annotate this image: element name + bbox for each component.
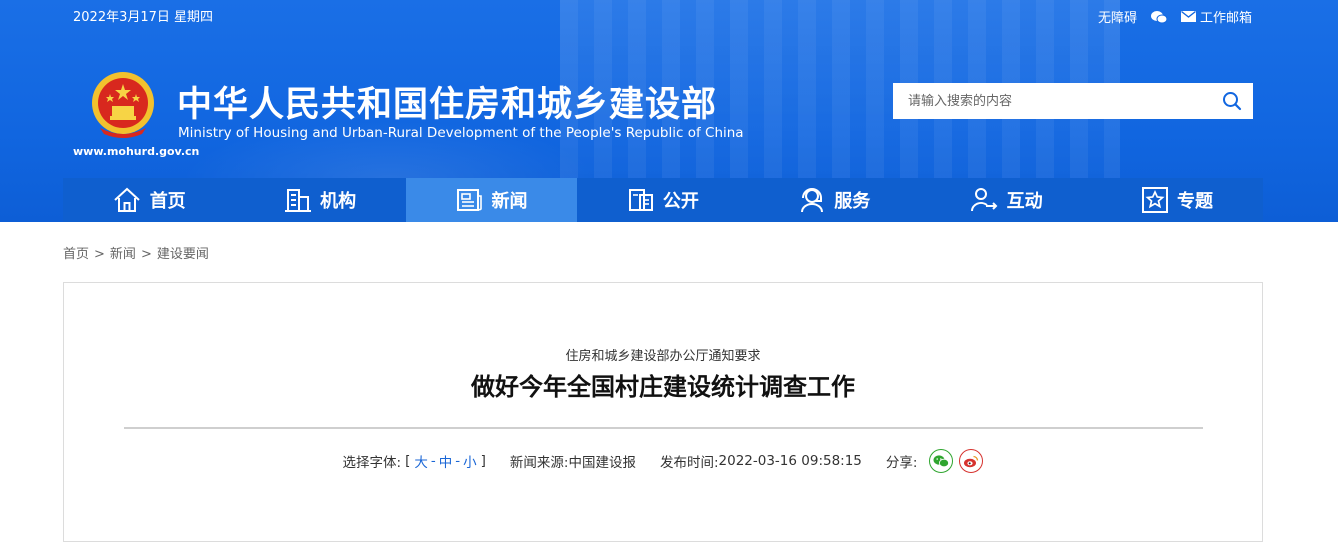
site-url: www.mohurd.gov.cn <box>73 145 200 158</box>
nav-label: 机构 <box>320 191 357 212</box>
font-size-selector: 选择字体: [ 大 - 中 - 小 ] <box>343 451 486 471</box>
nav-item-organization[interactable]: 机构 <box>234 178 405 222</box>
breadcrumb-home[interactable]: 首页 <box>63 247 89 262</box>
article-kicker: 住房和城乡建设部办公厅通知要求 <box>565 349 761 364</box>
breadcrumb-separator: > <box>94 247 105 262</box>
search-icon <box>1223 92 1242 111</box>
site-title[interactable]: 中华人民共和国住房和城乡建设部 <box>177 76 717 127</box>
nav-label: 服务 <box>834 191 871 212</box>
article-meta: 选择字体: [ 大 - 中 - 小 ] 新闻来源: 中国建设报 发布时间: 20… <box>64 449 1262 473</box>
publish-time: 发布时间: 2022-03-16 09:58:15 <box>660 451 862 471</box>
breadcrumb-news[interactable]: 新闻 <box>110 247 136 262</box>
breadcrumb-separator: > <box>140 247 152 262</box>
nav-label: 首页 <box>149 191 186 212</box>
news-source-value: 中国建设报 <box>568 455 636 471</box>
publish-time-label: 发布时间: <box>659 455 719 471</box>
font-size-medium-button[interactable]: 中 <box>439 451 453 471</box>
interaction-icon <box>970 188 998 212</box>
share-block: 分享: <box>886 449 984 473</box>
weibo-share-icon <box>964 455 979 468</box>
national-emblem-icon[interactable] <box>90 70 156 140</box>
nav-item-news[interactable]: 新闻 <box>405 178 578 222</box>
share-wechat-button[interactable] <box>929 449 954 473</box>
nav-item-interaction[interactable]: 互动 <box>920 178 1091 222</box>
nav-item-open[interactable]: 公开 <box>577 178 748 222</box>
current-date: 2022年3月17日 星期四 <box>73 10 214 25</box>
wechat-icon <box>1150 10 1167 23</box>
font-size-dash: - <box>455 453 461 469</box>
nav-label: 新闻 <box>491 191 528 212</box>
font-size-label: 选择字体: <box>342 455 402 471</box>
document-icon <box>628 189 653 211</box>
building-icon <box>285 189 312 212</box>
work-mail-label: 工作邮箱 <box>1199 11 1252 26</box>
nav-item-service[interactable]: 服务 <box>749 178 920 222</box>
font-size-dash: - <box>430 453 436 469</box>
nav-item-topic[interactable]: 专题 <box>1091 178 1262 222</box>
work-mail-link[interactable]: 工作邮箱 <box>1180 7 1252 26</box>
search-input[interactable] <box>893 83 1211 119</box>
service-icon <box>801 188 824 213</box>
home-icon <box>114 187 140 212</box>
font-size-bracket-open: [ <box>405 453 411 469</box>
article-panel: 住房和城乡建设部办公厅通知要求 做好今年全国村庄建设统计调查工作 选择字体: [… <box>63 282 1263 542</box>
nav-label: 公开 <box>662 191 699 212</box>
news-source: 新闻来源: 中国建设报 <box>510 451 636 471</box>
news-source-label: 新闻来源: <box>509 455 569 471</box>
site-subtitle: Ministry of Housing and Urban-Rural Deve… <box>178 125 744 141</box>
share-weibo-button[interactable] <box>959 449 984 473</box>
news-icon <box>457 189 483 211</box>
nav-label: 专题 <box>1177 191 1214 212</box>
breadcrumb: 首页 > 新闻 > 建设要闻 <box>63 243 209 262</box>
font-size-small-button[interactable]: 小 <box>463 451 477 471</box>
nav-item-home[interactable]: 首页 <box>63 178 234 222</box>
site-header: 2022年3月17日 星期四 无障碍 工作邮箱 www.mohurd.gov.c… <box>0 0 1338 222</box>
search-button[interactable] <box>1211 83 1253 119</box>
main-nav: 首页 机构 新闻 公开 服务 互动 专题 <box>63 178 1263 222</box>
wechat-share-icon <box>933 455 950 468</box>
mail-icon <box>1180 11 1196 22</box>
search-box <box>893 83 1253 119</box>
top-links: 无障碍 工作邮箱 <box>1098 7 1252 26</box>
publish-time-value: 2022-03-16 09:58:15 <box>718 453 862 469</box>
font-size-bracket-close: ] <box>480 453 486 469</box>
accessibility-link[interactable]: 无障碍 <box>1098 7 1137 26</box>
wechat-link[interactable] <box>1150 10 1167 24</box>
title-divider <box>124 427 1203 429</box>
font-size-large-button[interactable]: 大 <box>414 451 428 471</box>
breadcrumb-construction-news[interactable]: 建设要闻 <box>157 247 209 262</box>
nav-label: 互动 <box>1006 191 1043 212</box>
star-icon <box>1142 187 1169 213</box>
share-label: 分享: <box>885 455 918 471</box>
article-title: 做好今年全国村庄建设统计调查工作 <box>471 373 855 401</box>
